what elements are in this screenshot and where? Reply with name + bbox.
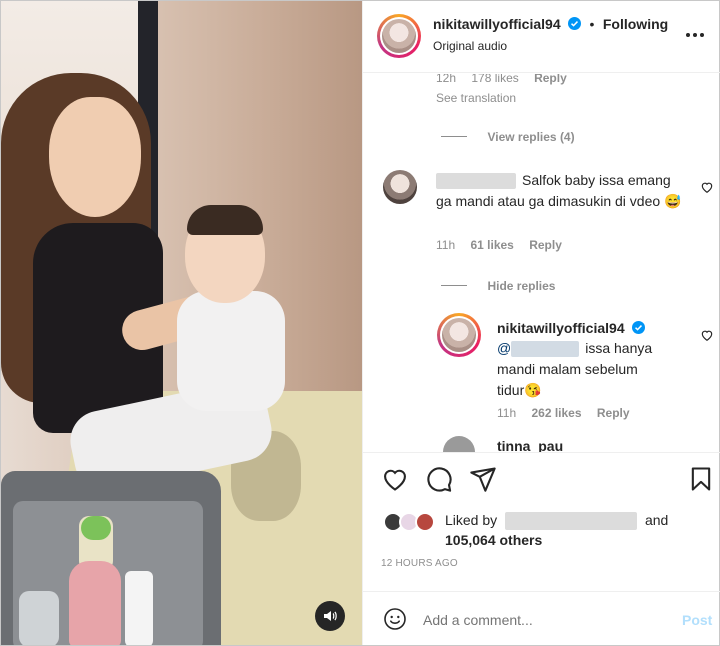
comment-meta: 11h 61 likes Reply: [436, 238, 574, 252]
reply-time: 11h: [497, 406, 517, 420]
audio-label[interactable]: Original audio: [433, 39, 507, 53]
emoji-icon[interactable]: [383, 607, 407, 631]
reply-button[interactable]: Reply: [597, 406, 630, 420]
comments-list[interactable]: 12h 178 likes Reply See translation View…: [363, 74, 720, 452]
see-translation-link[interactable]: See translation: [436, 91, 516, 105]
comment-likes[interactable]: 178 likes: [471, 74, 518, 85]
more-options-button[interactable]: [682, 23, 708, 47]
video-woman-face: [49, 97, 141, 217]
reply-author: nikitawillyofficial94: [497, 320, 646, 338]
author-info: nikitawillyofficial94 • Following: [433, 16, 668, 34]
blurred-liker-name: [505, 512, 638, 531]
hide-replies-button[interactable]: Hide replies: [441, 277, 555, 295]
reply-author-avatar[interactable]: [437, 313, 481, 357]
post-timestamp[interactable]: 12 HOURS AGO: [381, 558, 458, 569]
comment-input[interactable]: [423, 607, 663, 633]
following-button[interactable]: Following: [603, 16, 668, 32]
video-bottle-cap: [81, 516, 111, 540]
author-avatar-image: [382, 19, 416, 53]
header-separator: •: [589, 16, 595, 32]
comment-likes[interactable]: 61 likes: [470, 238, 513, 252]
liked-by-line: Liked by and: [445, 510, 668, 531]
verified-badge-icon: [568, 17, 582, 30]
reply-author-avatar-image: [442, 318, 476, 352]
composer-divider: [363, 591, 720, 592]
blurred-mention: [511, 341, 580, 358]
verified-badge-icon: [632, 321, 646, 334]
bookmark-icon[interactable]: [687, 465, 715, 493]
reply-button[interactable]: Reply: [529, 238, 562, 252]
video-bottle: [125, 571, 153, 645]
more-options-icon: [686, 33, 690, 37]
speaker-icon: [324, 611, 337, 621]
next-reply-avatar[interactable]: [443, 436, 475, 452]
more-options-dot: [693, 33, 697, 37]
hide-replies-label: Hide replies: [487, 279, 556, 293]
comment-bubble-icon[interactable]: [425, 465, 453, 493]
post-header: nikitawillyofficial94 • Following Origin…: [363, 1, 720, 73]
post-video[interactable]: [1, 1, 362, 645]
commenter-avatar[interactable]: [383, 170, 417, 204]
video-bottle: [19, 591, 59, 645]
author-username[interactable]: nikitawillyofficial94: [433, 16, 561, 32]
heart-icon[interactable]: [381, 465, 409, 493]
comment-time: 12h: [436, 74, 457, 85]
liked-by-avatars[interactable]: [383, 510, 439, 534]
mute-toggle-button[interactable]: [315, 601, 345, 631]
video-baby-body: [177, 291, 285, 411]
previous-comment-meta: 12h 178 likes Reply: [436, 74, 579, 85]
next-reply-username[interactable]: tinna_pau: [497, 438, 563, 452]
comment-body: Salfok baby issa emang ga mandi atau ga …: [436, 170, 686, 212]
actions-divider: [363, 452, 720, 453]
comment-like-icon[interactable]: [700, 180, 714, 194]
liked-by-prefix: Liked by: [445, 512, 498, 528]
reply-mention[interactable]: @: [497, 340, 511, 356]
likes-count[interactable]: 105,064 others: [445, 530, 542, 551]
video-bottle: [69, 561, 121, 645]
replies-line: [441, 136, 467, 138]
reply-button[interactable]: Reply: [534, 74, 567, 85]
reply-username[interactable]: nikitawillyofficial94: [497, 320, 625, 336]
reply-like-icon[interactable]: [700, 328, 714, 342]
view-replies-button[interactable]: View replies (4): [441, 128, 575, 146]
liked-by-and: and: [644, 512, 669, 528]
reply-likes[interactable]: 262 likes: [531, 406, 581, 420]
post-comment-button[interactable]: Post: [682, 612, 712, 628]
blurred-username: [436, 173, 516, 190]
reply-body: @ issa hanya mandi malam sebelum tidur😘: [497, 338, 657, 401]
liker-avatar: [415, 512, 435, 532]
view-replies-label: View replies (4): [487, 130, 575, 144]
comment-time: 11h: [436, 238, 456, 252]
paper-plane-icon[interactable]: [469, 465, 497, 493]
more-options-dot: [700, 33, 704, 37]
replies-line: [441, 285, 467, 287]
reply-meta: 11h 262 likes Reply: [497, 406, 642, 420]
author-avatar[interactable]: [377, 14, 421, 58]
video-baby-hair: [187, 205, 263, 235]
post-details-panel: nikitawillyofficial94 • Following Origin…: [362, 1, 720, 645]
